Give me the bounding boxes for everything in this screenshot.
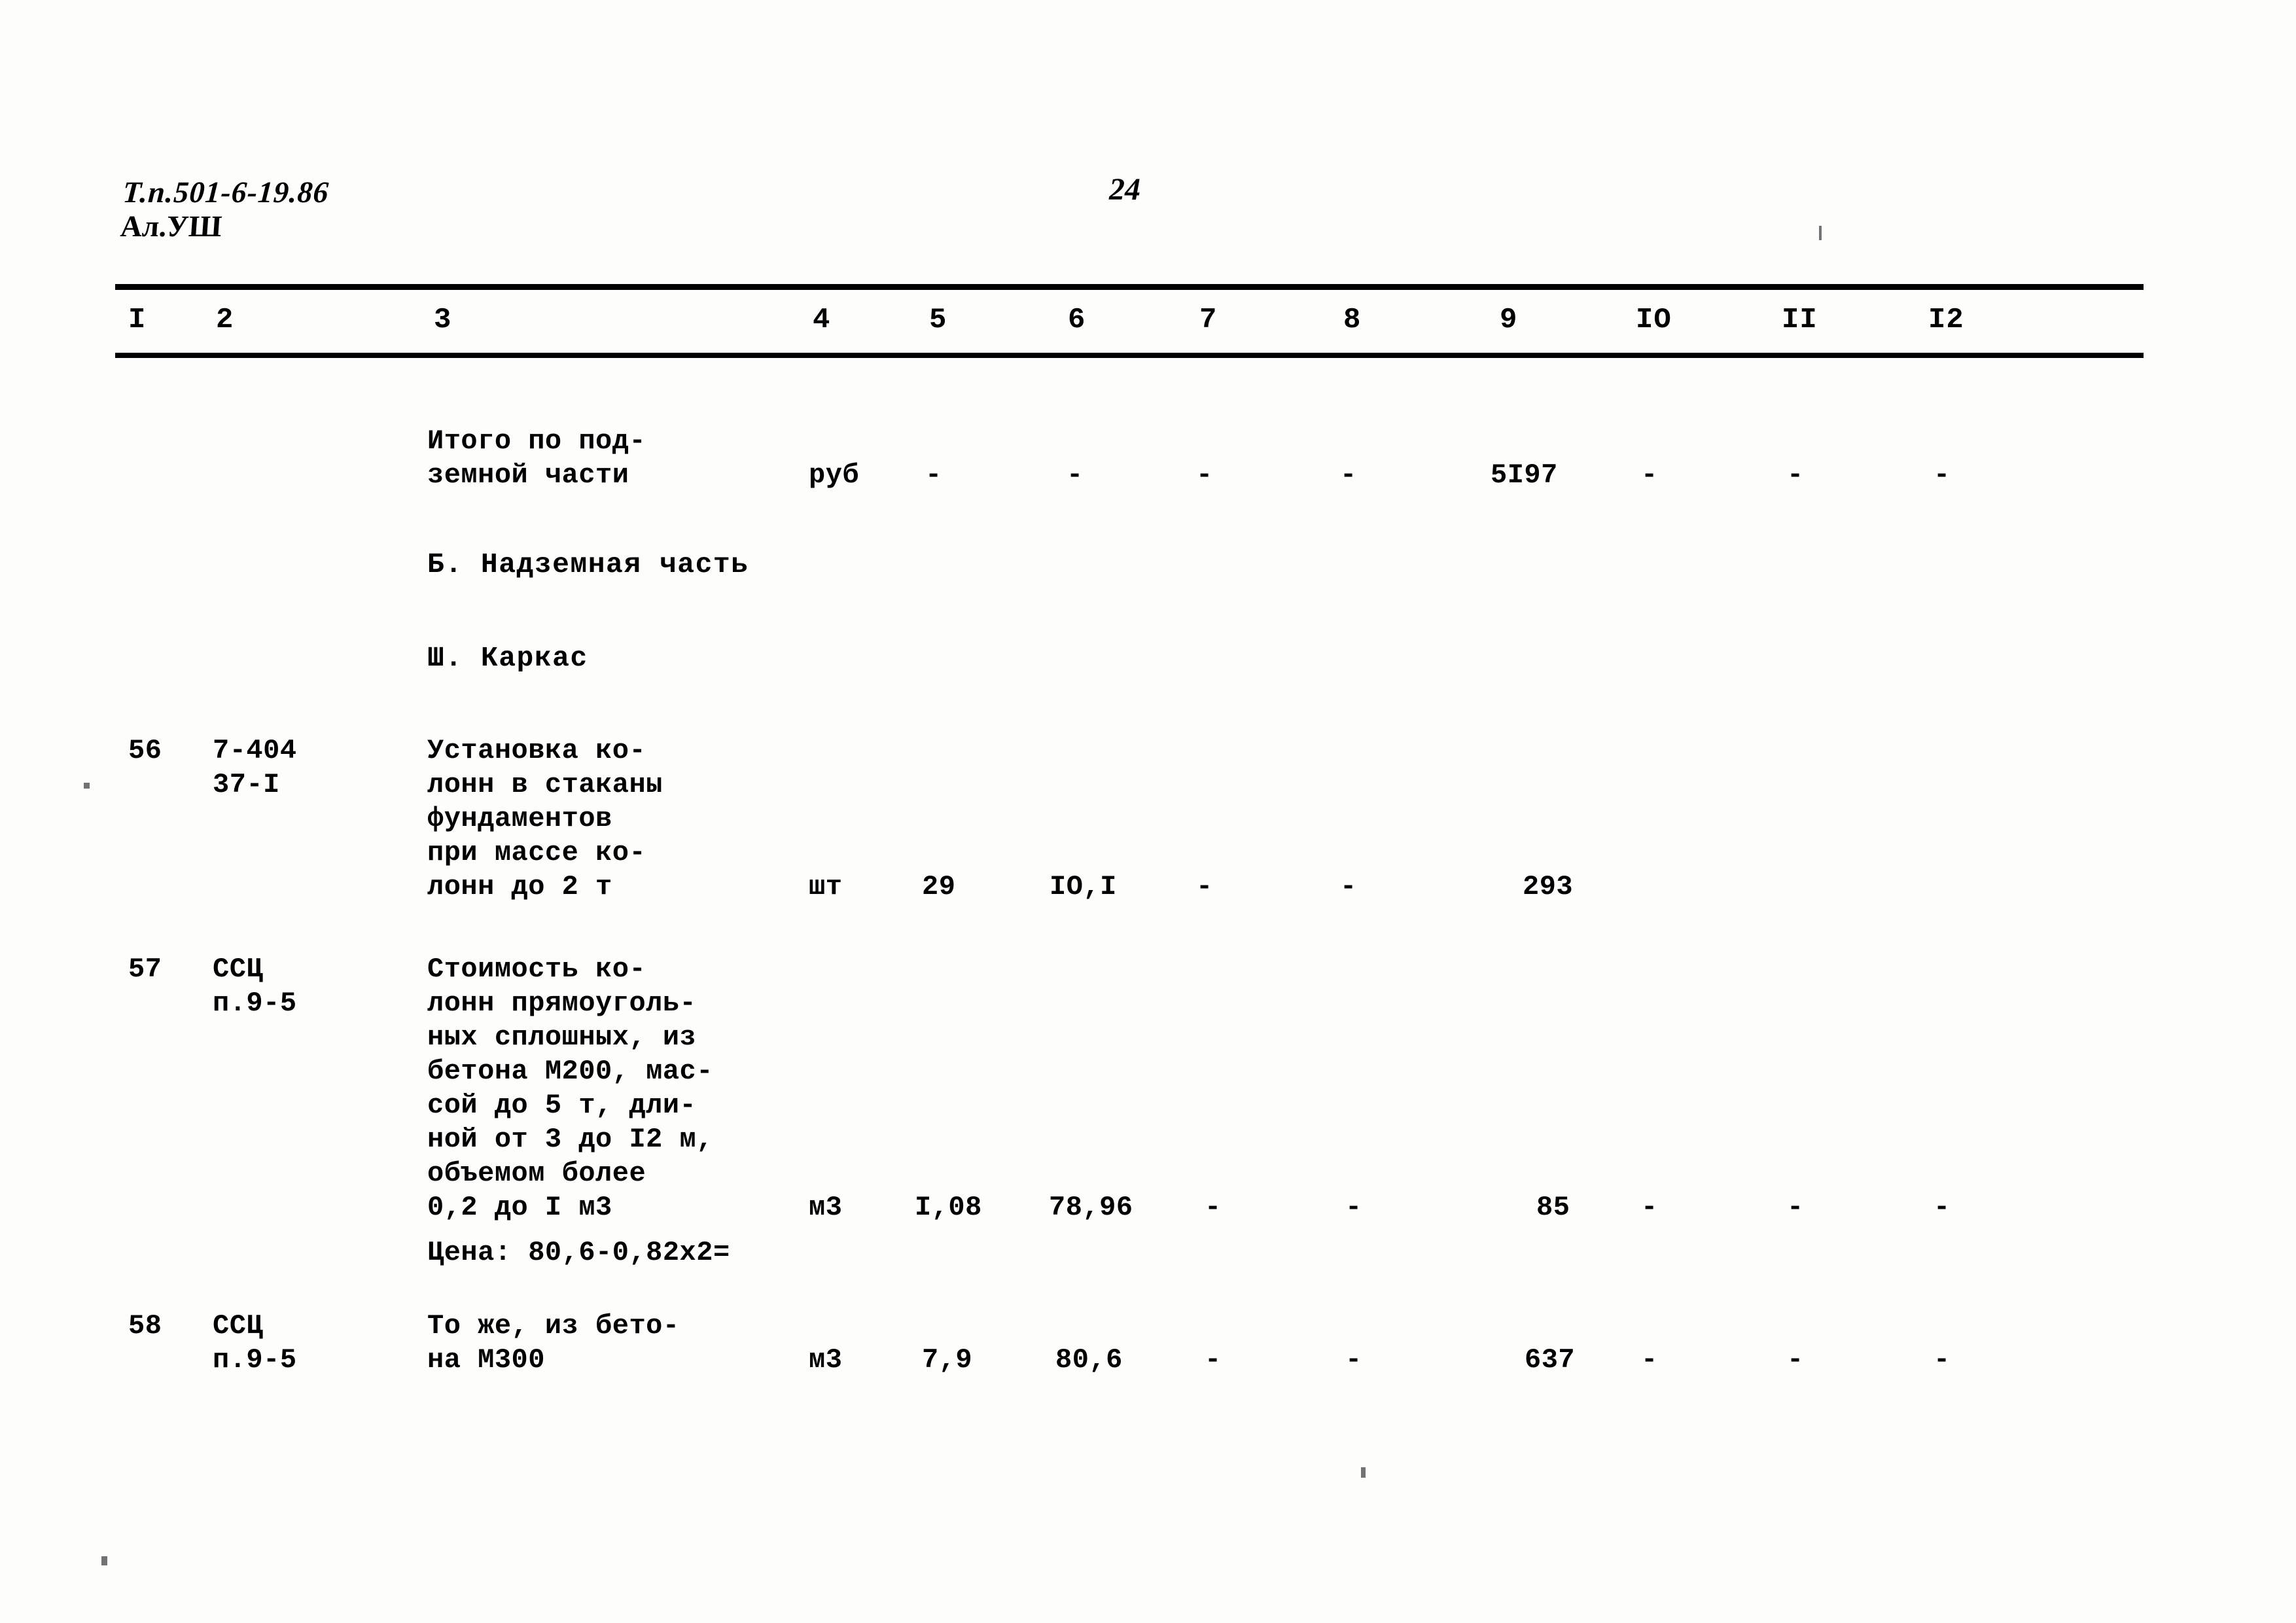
column-header-1: I [128, 304, 147, 336]
row-col5: 7,9 [922, 1344, 973, 1376]
price-note: Цена: 80,6-0,82х2= [427, 1237, 730, 1268]
row-col11: - [1787, 1344, 1804, 1376]
row-col9: 293 [1523, 871, 1574, 902]
row-number: 57 [128, 954, 162, 985]
document-code-line2: Ал.УШ [119, 209, 223, 243]
section-heading-karkas: Ш. Каркас [427, 642, 588, 674]
document-code-line1: Т.п.501-6-19.86 [122, 175, 330, 209]
section-heading-nadzemnaya: Б. Надземная часть [427, 548, 749, 580]
column-header-10: IO [1636, 304, 1672, 336]
row-code: 7-404 37-I [213, 735, 297, 800]
row-col10: - [1641, 459, 1658, 491]
row-description: То же, из бето- на М300 [427, 1310, 680, 1376]
row-col8: - [1340, 871, 1357, 902]
page-number: 24 [1109, 172, 1140, 207]
row-col6: - [1067, 459, 1084, 491]
row-col6: IO,I [1050, 871, 1117, 902]
row-col5: I,08 [915, 1192, 982, 1223]
row-number: 58 [128, 1310, 162, 1342]
row-code: ССЦ п.9-5 [213, 1310, 297, 1376]
row-col5: 29 [922, 871, 956, 902]
table-rule-top [115, 284, 2144, 290]
scan-speckle [1819, 226, 1822, 240]
row-col9: 637 [1525, 1344, 1576, 1376]
row-number: 56 [128, 735, 162, 766]
row-col7: - [1196, 871, 1213, 902]
column-header-8: 8 [1343, 304, 1362, 336]
row-col5: - [925, 459, 942, 491]
row-description: Итого по под- земной части [427, 425, 646, 491]
scan-speckle [84, 783, 90, 789]
row-col12: - [1934, 1192, 1951, 1223]
row-unit: м3 [809, 1344, 843, 1376]
row-col12: - [1934, 459, 1951, 491]
document-code: Т.п.501-6-19.86 Ал.УШ [119, 175, 330, 243]
scan-speckle [101, 1556, 107, 1565]
row-col9: 5I97 [1491, 459, 1558, 491]
row-col8: - [1345, 1344, 1362, 1376]
row-col11: - [1787, 459, 1804, 491]
row-col10: - [1641, 1344, 1658, 1376]
column-header-5: 5 [929, 304, 947, 336]
row-col8: - [1345, 1192, 1362, 1223]
document-page: Т.п.501-6-19.86 Ал.УШ 24 I 2 3 4 5 6 7 8… [0, 0, 2296, 1623]
column-header-11: II [1782, 304, 1818, 336]
column-header-3: 3 [434, 304, 452, 336]
column-header-6: 6 [1068, 304, 1086, 336]
row-col12: - [1934, 1344, 1951, 1376]
column-header-12: I2 [1928, 304, 1964, 336]
row-col11: - [1787, 1192, 1804, 1223]
row-col10: - [1641, 1192, 1658, 1223]
row-description: Установка ко- лонн в стаканы фундаментов… [427, 735, 663, 902]
column-header-4: 4 [813, 304, 831, 336]
row-col7: - [1205, 1344, 1222, 1376]
row-code: ССЦ п.9-5 [213, 954, 297, 1019]
column-header-9: 9 [1500, 304, 1518, 336]
row-description: Стоимость ко- лонн прямоуголь- ных сплош… [427, 954, 713, 1223]
scan-speckle [1361, 1467, 1366, 1478]
row-col9: 85 [1536, 1192, 1570, 1223]
table-rule-bottom [115, 353, 2144, 358]
row-unit: руб [809, 459, 860, 491]
row-col8: - [1340, 459, 1357, 491]
column-header-2: 2 [216, 304, 234, 336]
row-col7: - [1196, 459, 1213, 491]
row-col6: 80,6 [1055, 1344, 1123, 1376]
column-header-7: 7 [1199, 304, 1218, 336]
row-unit: шт [809, 871, 843, 902]
row-unit: м3 [809, 1192, 843, 1223]
row-col7: - [1205, 1192, 1222, 1223]
row-col6: 78,96 [1049, 1192, 1133, 1223]
